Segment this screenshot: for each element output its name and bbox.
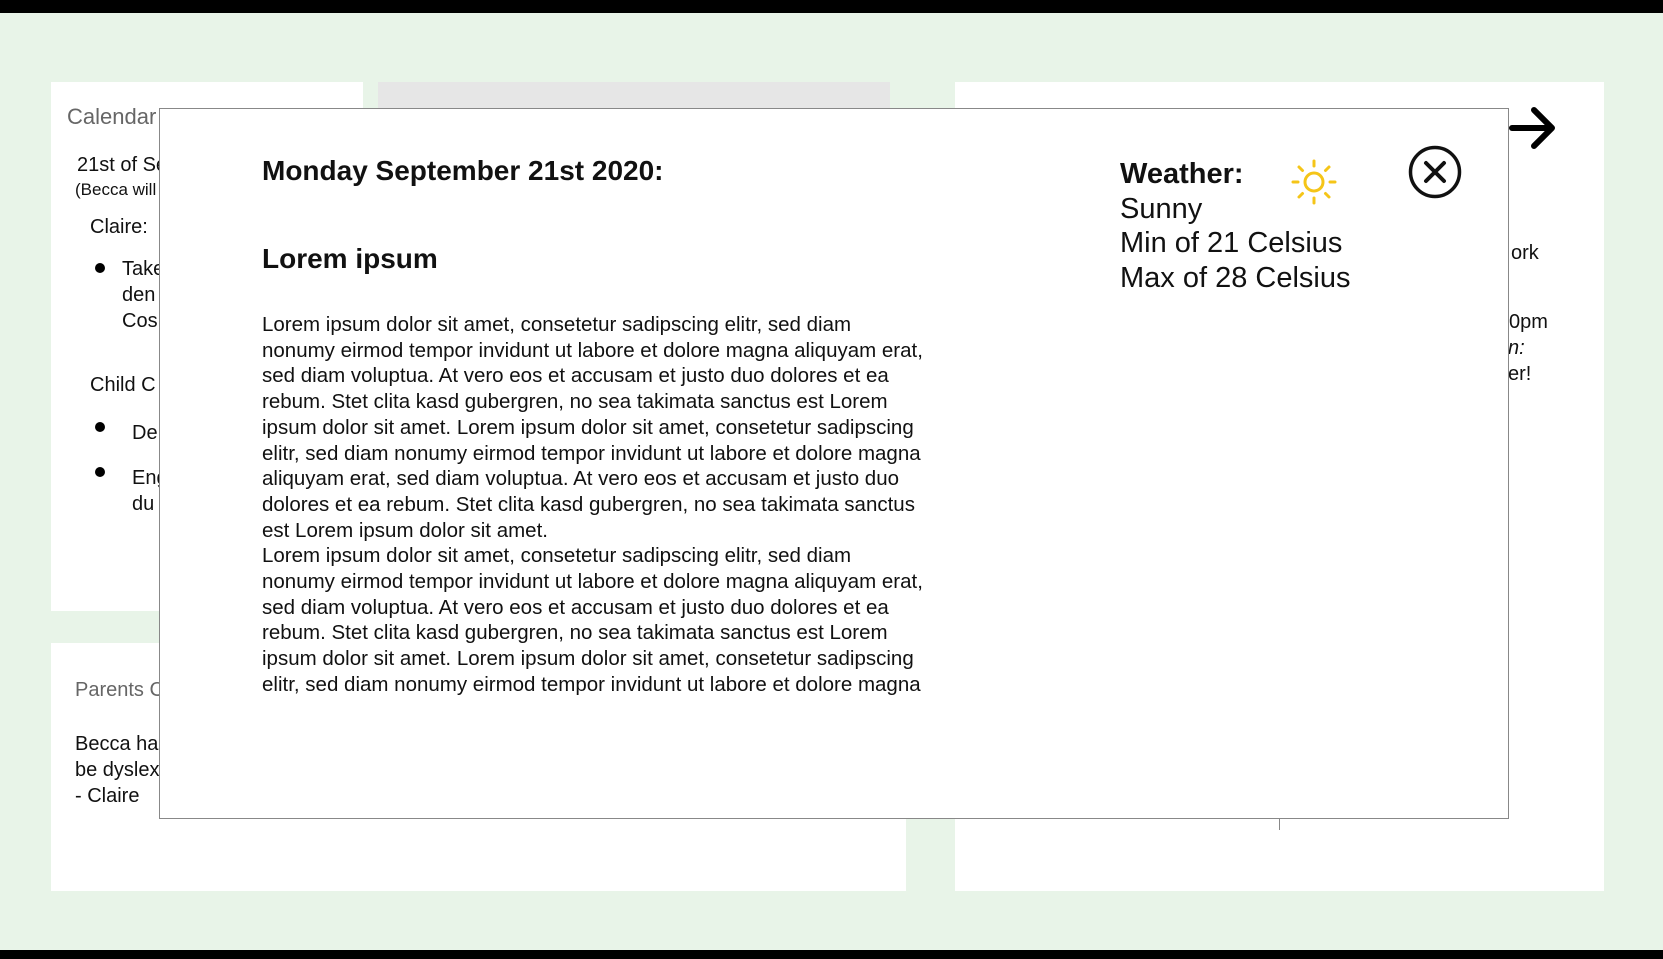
parents-title: Parents C xyxy=(75,679,164,701)
body-line: ipsum dolor sit amet. Lorem ipsum dolor … xyxy=(262,415,914,439)
right-fragment: er! xyxy=(1508,363,1532,385)
body-line: elitr, sed diam nonumy eirmod tempor inv… xyxy=(262,441,921,465)
modal-date-title: Monday September 21st 2020: xyxy=(262,155,664,186)
claire-task-line: Cos xyxy=(122,310,158,332)
close-icon xyxy=(1408,145,1462,199)
claire-task-line: den xyxy=(122,284,156,306)
parents-line: Becca ha xyxy=(75,733,159,755)
day-detail-modal: Monday September 21st 2020: Lorem ipsum … xyxy=(159,108,1509,819)
close-button[interactable] xyxy=(1408,145,1462,199)
body-line: sed diam voluptua. At vero eos et accusa… xyxy=(262,364,889,388)
body-line: sed diam voluptua. At vero eos et accusa… xyxy=(262,595,889,619)
body-line: est Lorem ipsum dolor sit amet. xyxy=(262,518,548,542)
body-line: elitr, sed diam nonumy eirmod tempor inv… xyxy=(262,672,921,696)
child-label: Child C xyxy=(90,374,156,396)
bullet xyxy=(95,467,105,477)
body-line: aliquyam erat, sed diam voluptua. At ver… xyxy=(262,467,899,491)
bullet xyxy=(95,263,105,273)
body-line: nonumy eirmod tempor invidunt ut labore … xyxy=(262,570,923,594)
body-line: nonumy eirmod tempor invidunt ut labore … xyxy=(262,338,923,362)
body-line: Lorem ipsum dolor sit amet, consetetur s… xyxy=(262,313,852,336)
body-line: dolores et ea rebum. Stet clita kasd gub… xyxy=(262,492,915,516)
right-fragment: ork xyxy=(1511,242,1539,264)
child-item: De xyxy=(132,422,158,444)
right-fragment: n: xyxy=(1508,337,1525,359)
child-item-extra: du xyxy=(132,493,155,515)
modal-body: Lorem ipsum dolor sit amet, consetetur s… xyxy=(262,312,982,698)
top-bar xyxy=(0,0,1663,13)
weather-min: Min of 21 Celsius xyxy=(1120,227,1343,259)
parents-line: be dyslex xyxy=(75,759,160,781)
weather-max: Max of 28 Celsius xyxy=(1120,261,1351,294)
body-line: rebum. Stet clita kasd gubergren, no sea… xyxy=(262,621,888,645)
arrow-right-icon[interactable] xyxy=(1508,98,1558,158)
right-fragment: 0pm xyxy=(1509,311,1548,333)
modal-heading: Lorem ipsum xyxy=(262,243,438,274)
bottom-bar xyxy=(0,950,1663,959)
body-line: rebum. Stet clita kasd gubergren, no sea… xyxy=(262,390,888,414)
sun-icon xyxy=(1291,159,1337,205)
body-line: Lorem ipsum dolor sit amet, consetetur s… xyxy=(262,544,852,568)
claire-label: Claire: xyxy=(90,216,148,238)
parents-line: - Claire xyxy=(75,785,140,807)
body-line: ipsum dolor sit amet. Lorem ipsum dolor … xyxy=(262,647,914,671)
bullet xyxy=(95,422,105,432)
claire-task-line: Take xyxy=(122,258,165,280)
